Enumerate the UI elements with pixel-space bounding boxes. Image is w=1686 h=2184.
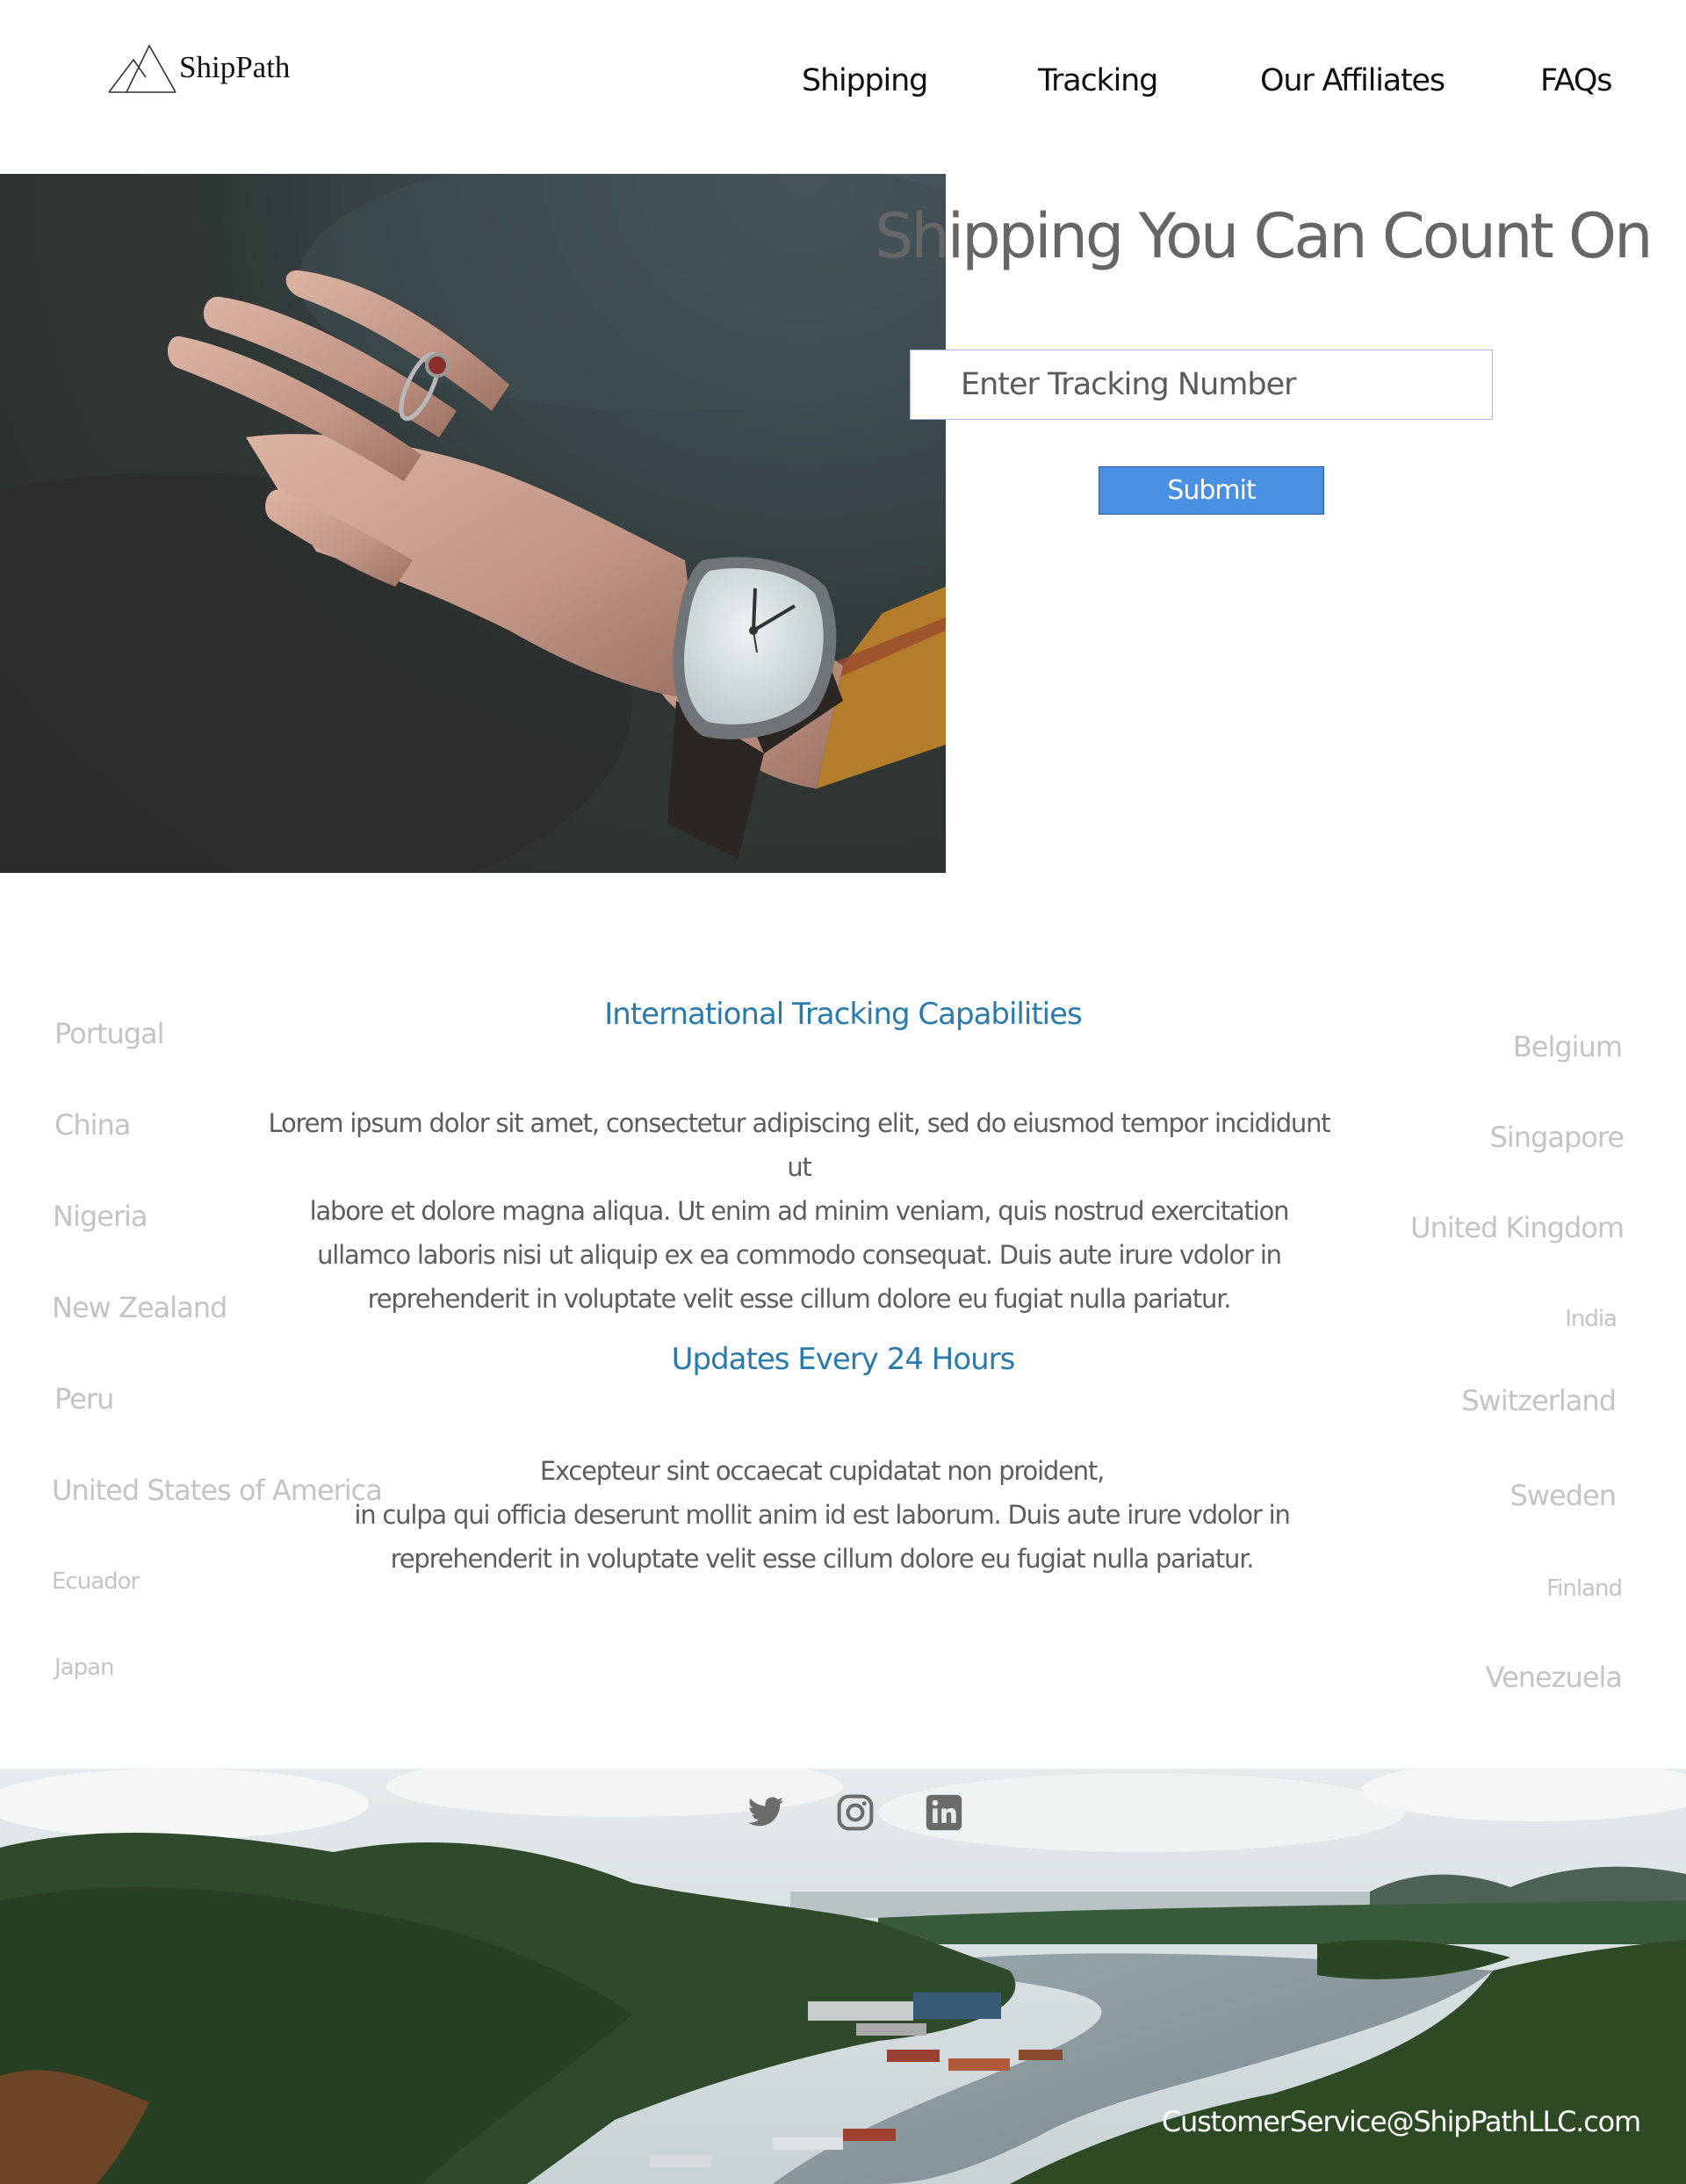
heading-international-tracking: International Tracking Capabilities (604, 997, 1082, 1032)
paragraph-line: in culpa qui officia deserunt mollit ani… (354, 1500, 1290, 1530)
country-japan: Japan (54, 1654, 115, 1681)
country-china: China (54, 1108, 131, 1142)
nav-our-affiliates[interactable]: Our Affiliates (1260, 63, 1445, 98)
paragraph-international-tracking: Lorem ipsum dolor sit amet, consectetur … (263, 1101, 1335, 1321)
country-usa: United States of America (52, 1474, 383, 1507)
paragraph-updates: Excepteur sint occaecat cupidatat non pr… (295, 1449, 1349, 1581)
nav-shipping[interactable]: Shipping (802, 63, 928, 98)
nav-tracking[interactable]: Tracking (1038, 63, 1158, 98)
country-new-zealand: New Zealand (52, 1291, 227, 1324)
customer-service-email[interactable]: CustomerService@ShipPathLLC.com (1162, 2105, 1641, 2138)
paragraph-line: reprehenderit in voluptate velit esse ci… (367, 1284, 1232, 1314)
country-nigeria: Nigeria (53, 1200, 148, 1233)
country-finland: Finland (1546, 1575, 1623, 1602)
paragraph-line: Lorem ipsum dolor sit amet, consectetur … (268, 1108, 1331, 1182)
twitter-icon[interactable] (746, 1793, 785, 1832)
paragraph-line: ullamco laboris nisi ut aliquip ex ea co… (317, 1240, 1282, 1270)
hero-title: Shipping You Can Count On (875, 200, 1654, 272)
country-india: India (1565, 1306, 1618, 1332)
paragraph-line: reprehenderit in voluptate velit esse ci… (390, 1544, 1255, 1574)
submit-button[interactable]: Submit (1099, 466, 1324, 515)
country-portugal: Portugal (54, 1017, 165, 1050)
heading-updates-24-hours: Updates Every 24 Hours (671, 1342, 1016, 1377)
hand-watch-illustration (0, 174, 946, 873)
country-switzerland: Switzerland (1461, 1384, 1617, 1417)
paragraph-line: Excepteur sint occaecat cupidatat non pr… (539, 1456, 1106, 1486)
logo[interactable]: ShipPath (107, 44, 290, 95)
country-sweden: Sweden (1509, 1479, 1617, 1512)
country-venezuela: Venezuela (1485, 1661, 1623, 1694)
logo-text: ShipPath (179, 50, 291, 84)
paragraph-line: labore et dolore magna aliqua. Ut enim a… (309, 1196, 1290, 1226)
tracking-number-input[interactable] (910, 350, 1493, 420)
country-singapore: Singapore (1489, 1121, 1625, 1154)
country-belgium: Belgium (1512, 1030, 1623, 1063)
hero-photo-hand-watch (0, 174, 946, 873)
mountain-logo-icon (108, 44, 177, 93)
instagram-icon[interactable] (836, 1793, 875, 1832)
nav-faqs[interactable]: FAQs (1540, 63, 1612, 98)
country-ecuador: Ecuador (52, 1568, 140, 1595)
linkedin-icon[interactable] (925, 1793, 963, 1832)
country-united-kingdom: United Kingdom (1410, 1211, 1625, 1244)
country-peru: Peru (54, 1382, 114, 1416)
